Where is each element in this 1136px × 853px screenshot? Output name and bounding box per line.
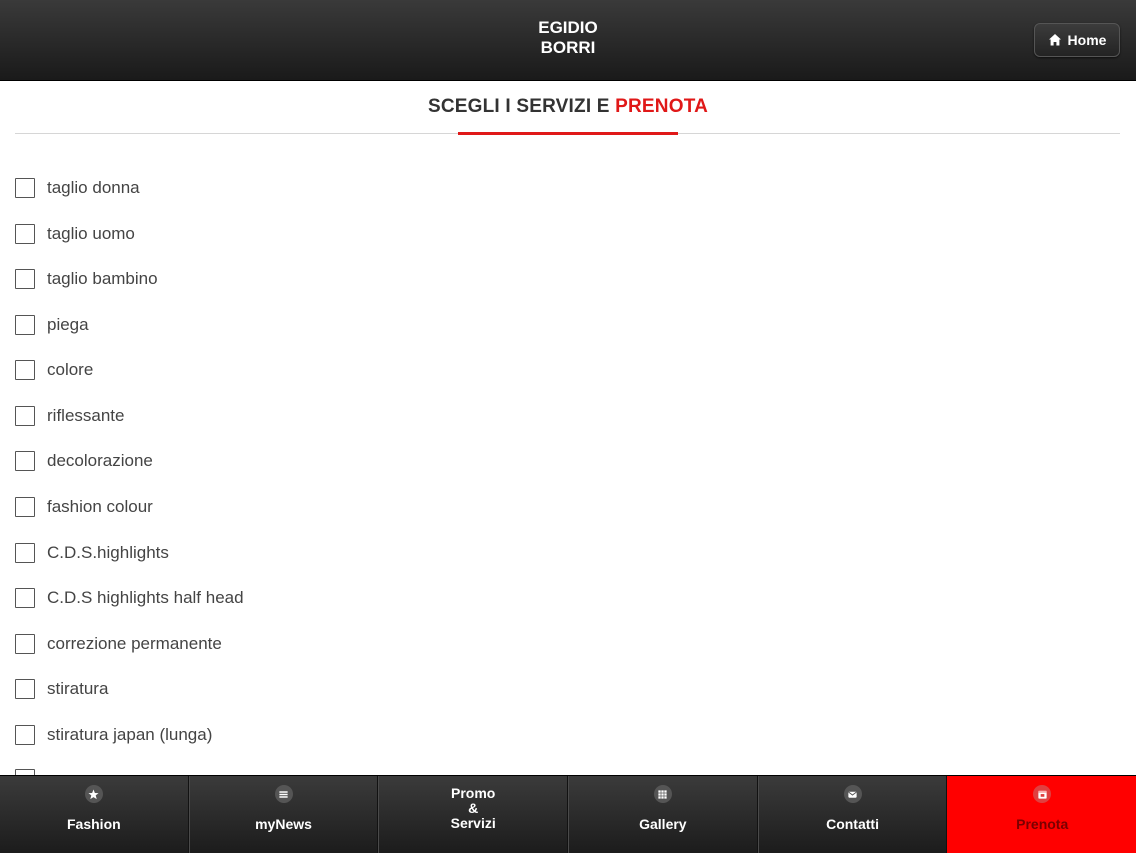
tab-prenota[interactable]: Prenota — [947, 776, 1136, 853]
service-checkbox[interactable] — [15, 224, 35, 244]
service-item[interactable]: fashion colour — [15, 495, 153, 519]
bottom-tab-bar: Fashion myNews Promo & Servizi Gallery C… — [0, 775, 1136, 853]
service-label: C.D.S highlights half head — [47, 588, 244, 607]
tab-label: Prenota — [1016, 816, 1069, 832]
tab-gallery[interactable]: Gallery — [568, 776, 758, 853]
service-checkbox[interactable] — [15, 360, 35, 380]
service-checkbox[interactable] — [15, 588, 35, 608]
service-label: taglio uomo — [47, 224, 135, 243]
service-label: decolorazione — [47, 451, 153, 470]
tab-mynews[interactable]: myNews — [188, 776, 379, 853]
service-item[interactable]: colore — [15, 358, 93, 382]
home-icon — [1048, 34, 1061, 46]
service-item[interactable]: C.D.S highlights half head — [15, 586, 244, 610]
tab-label: myNews — [255, 816, 312, 832]
service-checkbox[interactable] — [15, 543, 35, 563]
calendar-icon — [1033, 785, 1052, 803]
grid-icon — [653, 785, 672, 803]
tab-label: Fashion — [67, 816, 121, 832]
mail-icon — [843, 785, 862, 803]
service-item[interactable]: taglio bambino — [15, 267, 158, 291]
star-icon — [84, 785, 103, 803]
service-item[interactable]: correzione permanente — [15, 632, 222, 656]
service-item[interactable]: riflessante — [15, 404, 124, 428]
app-title-line1: EGIDIO — [538, 18, 598, 37]
service-item[interactable]: stiratura — [15, 677, 108, 701]
tab-label-line: Servizi — [450, 815, 496, 831]
service-checkbox[interactable] — [15, 679, 35, 699]
tab-fashion[interactable]: Fashion — [0, 776, 189, 853]
service-item[interactable]: taglio donna — [15, 176, 140, 200]
page-heading: SCEGLI I SERVIZI E PRENOTA — [0, 96, 1136, 118]
service-label: fashion colour — [47, 497, 153, 516]
service-label: colore — [47, 360, 94, 379]
home-button-label: Home — [1067, 32, 1107, 48]
tab-label: Promo & Servizi — [451, 786, 496, 831]
service-label: riflessante — [47, 406, 125, 425]
service-checkbox[interactable] — [15, 178, 35, 198]
service-checkbox[interactable] — [15, 497, 35, 517]
services-list: taglio donna taglio uomo taglio bambino … — [0, 165, 1136, 775]
tab-label: Contatti — [826, 816, 879, 832]
service-item[interactable] — [15, 767, 47, 775]
tab-label-line: Promo — [451, 785, 496, 801]
service-item[interactable]: C.D.S.highlights — [15, 541, 169, 565]
service-label: stiratura japan (lunga) — [47, 725, 213, 744]
service-item[interactable]: decolorazione — [15, 449, 153, 473]
tab-contatti[interactable]: Contatti — [757, 776, 948, 853]
top-bar: EGIDIO BORRI Home — [0, 0, 1136, 81]
service-label: taglio bambino — [47, 269, 158, 288]
page-heading-accent: PRENOTA — [615, 96, 709, 117]
service-checkbox[interactable] — [15, 634, 35, 654]
service-checkbox[interactable] — [15, 451, 35, 471]
service-label: correzione permanente — [47, 634, 222, 653]
page-heading-prefix: SCEGLI I SERVIZI E — [427, 96, 616, 117]
tab-label: Gallery — [639, 816, 687, 832]
list-icon — [274, 785, 293, 803]
service-item[interactable]: stiratura japan (lunga) — [15, 723, 212, 747]
app-title: EGIDIO BORRI — [0, 18, 1136, 58]
service-item[interactable]: piega — [15, 313, 89, 337]
service-checkbox[interactable] — [15, 406, 35, 426]
service-label: stiratura — [47, 679, 109, 698]
service-label: C.D.S.highlights — [47, 543, 169, 562]
service-checkbox[interactable] — [15, 269, 35, 289]
service-label: taglio donna — [47, 178, 140, 197]
service-checkbox[interactable] — [15, 725, 35, 745]
service-item[interactable]: taglio uomo — [15, 222, 135, 246]
tab-label-line: & — [468, 800, 479, 816]
service-label: piega — [47, 315, 89, 334]
service-checkbox[interactable] — [15, 315, 35, 335]
tab-promo-servizi[interactable]: Promo & Servizi — [378, 776, 569, 853]
app-title-line2: BORRI — [540, 38, 596, 57]
heading-accent-underline — [458, 132, 678, 135]
home-button[interactable]: Home — [1034, 23, 1120, 57]
